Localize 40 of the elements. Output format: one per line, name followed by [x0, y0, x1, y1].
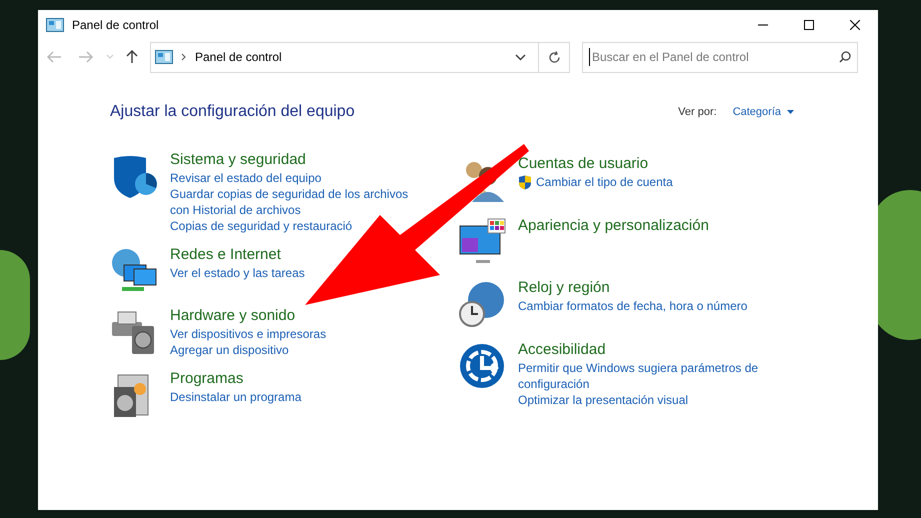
chevron-right-icon — [181, 53, 187, 61]
task-link[interactable]: Copias de seguridad y restauració — [170, 218, 352, 234]
globe-clock-icon — [458, 280, 506, 328]
accessibility-icon — [458, 342, 506, 390]
task-link[interactable]: Ver el estado y las tareas — [170, 265, 305, 281]
search-field[interactable]: Buscar en el Panel de control — [582, 42, 858, 72]
category-link[interactable]: Sistema y seguridad — [170, 150, 306, 170]
task-link[interactable]: Guardar copias de seguridad de los archivos con Historial de archivos — [170, 186, 428, 218]
task-link[interactable]: Desinstalar un programa — [170, 389, 302, 405]
category-link[interactable]: Cuentas de usuario — [518, 154, 648, 174]
task-link[interactable]: Permitir que Windows sugiera parámetros de configuración — [518, 360, 776, 392]
search-icon — [839, 51, 851, 63]
refresh-icon[interactable] — [548, 50, 560, 64]
chevron-down-icon[interactable] — [515, 54, 526, 60]
close-icon — [850, 20, 860, 30]
page-heading: Ajustar la configuración del equipo — [110, 102, 355, 122]
category-link[interactable]: Programas — [170, 369, 244, 389]
address-bar[interactable]: Panel de control — [150, 42, 570, 72]
control-panel-icon — [155, 50, 173, 64]
window-title: Panel de control — [72, 17, 159, 34]
maximize-icon — [804, 20, 814, 30]
category-link[interactable]: Accesibilidad — [518, 340, 606, 360]
monitor-palette-icon — [458, 218, 506, 266]
shield-icon — [518, 174, 532, 190]
address-path: Panel de control — [195, 49, 282, 66]
task-link[interactable]: Optimizar la presentación visual — [518, 392, 688, 408]
category-link[interactable]: Reloj y región — [518, 278, 610, 298]
view-by-label: Ver por: — [678, 104, 717, 120]
category-link[interactable]: Redes e Internet — [170, 245, 281, 265]
up-arrow-icon[interactable] — [126, 50, 138, 64]
category-link[interactable]: Hardware y sonido — [170, 306, 296, 326]
task-link[interactable]: Agregar un dispositivo — [170, 342, 289, 358]
task-link[interactable]: Ver dispositivos e impresoras — [170, 326, 326, 342]
category-link[interactable]: Apariencia y personalización — [518, 216, 709, 236]
view-by-dropdown[interactable]: Categoría — [732, 104, 794, 120]
control-panel-icon — [46, 18, 64, 32]
caret-icon — [787, 110, 794, 114]
task-link[interactable]: Cambiar el tipo de cuenta — [536, 174, 673, 190]
task-link[interactable]: Revisar el estado del equipo — [170, 170, 322, 186]
task-link[interactable]: Cambiar formatos de fecha, hora o número — [518, 298, 748, 314]
